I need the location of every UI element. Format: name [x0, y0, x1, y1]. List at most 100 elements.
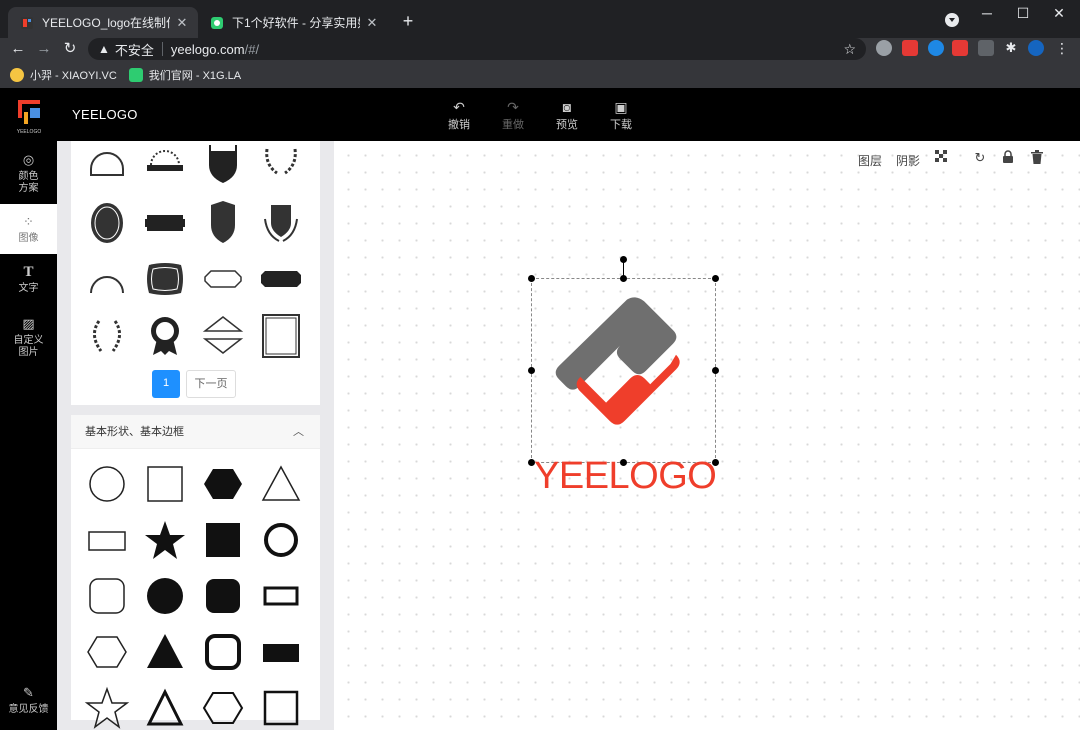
chevron-up-icon[interactable]: ︿ — [293, 415, 304, 449]
app-logo[interactable]: YEELOGO — [14, 98, 44, 135]
rect-thick-outline-shape[interactable] — [257, 572, 305, 620]
redo-button[interactable]: ↷ 重做 — [493, 98, 533, 132]
undo-button[interactable]: ↶ 撤销 — [439, 98, 479, 132]
ribbon-arch-shape[interactable] — [141, 141, 189, 189]
star-outline-shape[interactable] — [83, 684, 131, 730]
resize-handle-ne[interactable] — [712, 275, 719, 282]
square-filled-shape[interactable] — [199, 516, 247, 564]
logo-text[interactable]: YEELOGO — [534, 455, 717, 498]
nav-label: 颜色 方案 — [18, 171, 39, 194]
nav-graphics[interactable]: ⁘ 图像 — [0, 204, 57, 254]
triangle-thick-outline-shape[interactable] — [141, 684, 189, 730]
circle-outline-shape[interactable] — [83, 460, 131, 508]
triangle-filled-shape[interactable] — [141, 628, 189, 676]
nav-label: 意见反馈 — [8, 704, 49, 715]
crest-shape[interactable] — [199, 199, 247, 247]
triangle-outline-shape[interactable] — [257, 460, 305, 508]
image-icon: ▨ — [22, 316, 35, 331]
rotate-handle[interactable] — [620, 256, 627, 263]
close-window-button[interactable]: ✕ — [1036, 0, 1080, 28]
rect-filled-shape[interactable] — [257, 628, 305, 676]
tab-title: 下1个好软件 - 分享实用好玩有趣 — [232, 16, 360, 30]
address-bar[interactable]: ▲ 不安全 yeelogo.com/#/ ☆ — [88, 38, 866, 60]
nav-custom-image[interactable]: ▨ 自定义 图片 — [0, 315, 57, 365]
bookmark-avatar-icon — [10, 68, 24, 82]
rect-outline-shape[interactable] — [83, 516, 131, 564]
ticket-dark-shape[interactable] — [257, 255, 305, 303]
rounded-square-outline-shape[interactable] — [83, 572, 131, 620]
asset-panel: 1 下一页 基本形状、基本边框 ︿ — [57, 141, 334, 730]
download-button[interactable]: ▣ 下载 — [601, 98, 641, 132]
nav-text[interactable]: T 文字 — [0, 263, 57, 303]
banner-dark-shape[interactable] — [141, 199, 189, 247]
portrait-frame-shape[interactable] — [257, 311, 305, 359]
arc-frame-shape[interactable] — [83, 255, 131, 303]
rounded-square-filled-shape[interactable] — [199, 572, 247, 620]
bookmark-star-icon[interactable]: ☆ — [843, 38, 856, 60]
selection-box[interactable] — [531, 278, 716, 463]
forward-button[interactable]: → — [32, 38, 56, 60]
extension-u-icon[interactable] — [902, 40, 918, 56]
resize-handle-w[interactable] — [528, 367, 535, 374]
shield-dark-shape[interactable] — [199, 141, 247, 189]
profile-avatar[interactable] — [1028, 40, 1044, 56]
extension-pin-icon[interactable] — [928, 40, 944, 56]
bookmarks-bar: 小羿 - XIAOYI.VC 我们官网 - X1G.LA — [0, 62, 1080, 88]
download-icon: ▣ — [614, 99, 628, 115]
tab-yeelogo[interactable]: YEELOGO_logo在线制作 ✕ — [8, 7, 198, 38]
wreath-shape[interactable] — [83, 311, 131, 359]
resize-handle-n[interactable] — [620, 275, 627, 282]
hexagon-thin-shape[interactable] — [199, 684, 247, 730]
reset-icon[interactable]: ↻ — [972, 150, 988, 166]
page-1-button[interactable]: 1 — [152, 370, 180, 398]
nav-label: 图像 — [18, 233, 39, 244]
preview-label: 预览 — [556, 119, 578, 131]
section-header[interactable]: 基本形状、基本边框 ︿ — [71, 415, 320, 449]
star-filled-shape[interactable] — [141, 516, 189, 564]
lock-icon[interactable] — [1000, 150, 1016, 166]
octagon-outline-shape[interactable] — [199, 255, 247, 303]
ring-shape[interactable] — [257, 516, 305, 564]
tab-x1g[interactable]: 下1个好软件 - 分享实用好玩有趣 ✕ — [198, 7, 388, 38]
preview-button[interactable]: ◙ 预览 — [547, 98, 587, 132]
bookmark-xiaoyi[interactable]: 小羿 - XIAOYI.VC — [10, 67, 117, 83]
divider — [161, 42, 163, 56]
nav-color-scheme[interactable]: ◎ 颜色 方案 — [0, 151, 57, 205]
hexagon-outline-shape[interactable] — [83, 628, 131, 676]
extension-camera-icon[interactable] — [876, 40, 892, 56]
nav-feedback[interactable]: ✎ 意见反馈 — [0, 684, 57, 724]
pillow-badge-shape[interactable] — [141, 255, 189, 303]
next-page-button[interactable]: 下一页 — [186, 370, 236, 398]
oval-badge-shape[interactable] — [83, 199, 131, 247]
hexagon-filled-shape[interactable] — [199, 460, 247, 508]
tab-close-icon[interactable]: ✕ — [364, 15, 380, 31]
extensions-puzzle-icon[interactable]: ✱ — [1003, 40, 1019, 56]
undo-icon: ↶ — [453, 99, 465, 115]
design-canvas[interactable]: 图层 阴影 ↻ YEELOGO — [334, 141, 1080, 730]
square-outline-shape[interactable] — [141, 460, 189, 508]
resize-handle-e[interactable] — [712, 367, 719, 374]
tab-close-icon[interactable]: ✕ — [174, 15, 190, 31]
resize-handle-nw[interactable] — [528, 275, 535, 282]
bookmark-x1g[interactable]: 我们官网 - X1G.LA — [128, 67, 241, 83]
diamond-split-shape[interactable] — [199, 311, 247, 359]
shadow-button[interactable]: 阴影 — [896, 152, 920, 169]
circle-filled-shape[interactable] — [141, 572, 189, 620]
extension-gray-icon[interactable] — [978, 40, 994, 56]
reload-button[interactable]: ↻ — [58, 38, 82, 60]
rounded-square-thick-shape[interactable] — [199, 628, 247, 676]
transparency-icon[interactable] — [934, 150, 950, 166]
arch-frame-shape[interactable] — [83, 141, 131, 189]
extension-red-icon[interactable] — [952, 40, 968, 56]
delete-icon[interactable] — [1029, 150, 1045, 166]
browser-menu-icon[interactable]: ⋮ — [1054, 40, 1070, 56]
back-button[interactable]: ← — [6, 38, 30, 60]
award-ribbon-shape[interactable] — [141, 311, 189, 359]
profile-menu-icon[interactable] — [945, 13, 959, 27]
laurel-shape[interactable] — [257, 141, 305, 189]
new-tab-button[interactable]: + — [398, 11, 418, 31]
shield-laurel-shape[interactable] — [257, 199, 305, 247]
layers-button[interactable]: 图层 — [858, 152, 882, 169]
undo-label: 撤销 — [448, 119, 470, 131]
square-thick-outline-shape[interactable] — [257, 684, 305, 730]
